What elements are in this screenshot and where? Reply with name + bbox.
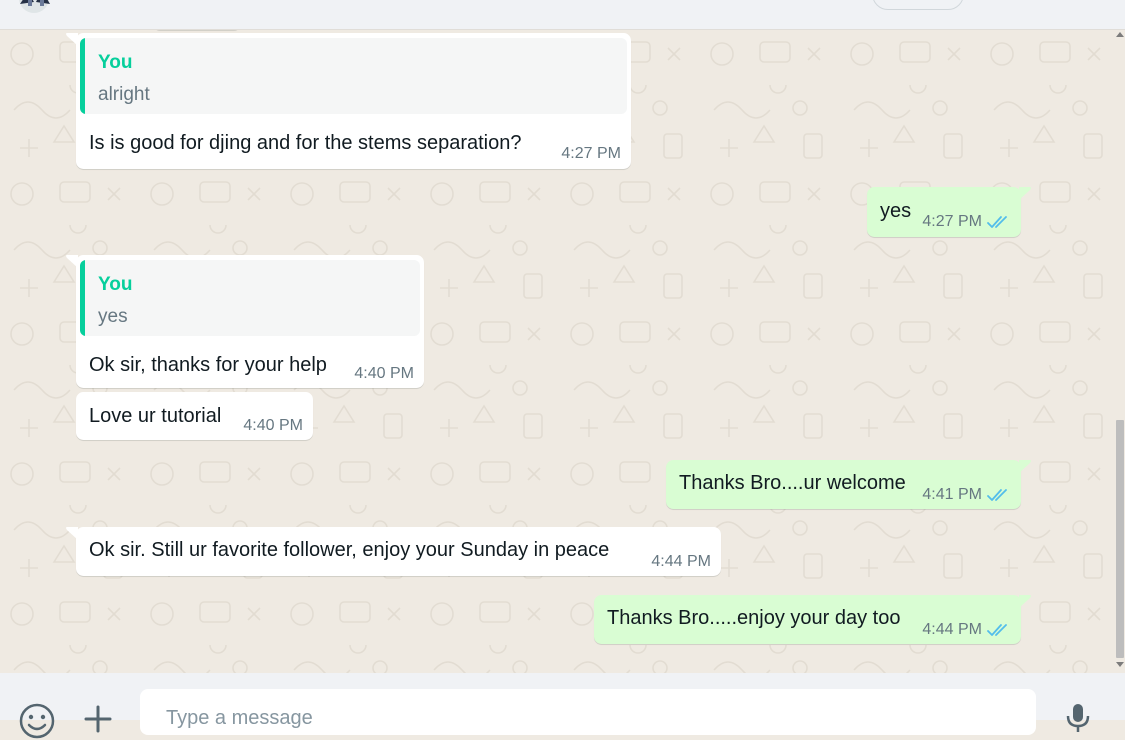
message-incoming[interactable]: You yes Ok sir, thanks for your help 4:4… [66,255,424,388]
message-text: Is is good for djing and for the stems s… [89,132,522,154]
bubble-tail [66,33,78,46]
message-incoming[interactable]: You alright Is is good for djing and for… [66,33,631,169]
message-time: 4:40 PM [243,417,303,434]
microphone-icon[interactable] [1062,701,1094,733]
message-text: yes [880,200,912,222]
plus-icon[interactable] [82,703,114,735]
scroll-up-arrow-icon[interactable] [1116,32,1124,37]
scrollbar[interactable] [1115,30,1125,673]
message-incoming[interactable]: Ok sir. Still ur favorite follower, enjo… [66,527,721,576]
scroll-down-arrow-icon[interactable] [1116,662,1124,667]
double-check-icon [987,488,1007,501]
quote-author: You [98,274,133,295]
message-meta: 4:41 PM [922,486,1011,504]
message-outgoing[interactable]: Thanks Bro....ur welcome 4:41 PM [666,460,1031,509]
quote-text: alright [98,84,150,105]
composer-bar [0,673,1125,739]
message-list[interactable]: You alright Is is good for djing and for… [0,30,1125,673]
message-input-wrapper[interactable] [140,689,1036,735]
message-time: 4:40 PM [354,365,414,382]
message-input[interactable] [166,707,1010,730]
quote-accent-bar [80,260,85,336]
bubble-tail [66,255,78,268]
message-time: 4:44 PM [922,621,982,638]
message-outgoing[interactable]: yes 4:27 PM [867,187,1031,237]
message-text: Thanks Bro....ur welcome [679,472,906,494]
message-text: Love ur tutorial [89,405,222,427]
scrollbar-thumb[interactable] [1116,420,1124,658]
double-check-icon [987,215,1007,228]
contact-avatar[interactable] [10,0,62,14]
message-meta: 4:27 PM [922,213,1011,231]
message-meta: 4:27 PM [561,145,621,163]
message-text: Ok sir. Still ur favorite follower, enjo… [89,539,610,561]
message-meta: 4:40 PM [243,417,303,435]
bubble-tail [66,527,78,540]
message-text: Thanks Bro.....enjoy your day too [607,607,901,629]
message-time: 4:44 PM [651,553,711,570]
message-outgoing[interactable]: Thanks Bro.....enjoy your day too 4:44 P… [594,595,1031,644]
bubble-tail [1019,187,1031,200]
quote-author: You [98,52,133,73]
bubble-tail [1019,595,1031,608]
message-time: 4:27 PM [561,145,621,162]
quoted-message[interactable]: You yes [80,260,420,336]
bubble-tail [1019,460,1031,473]
smiley-icon[interactable] [18,702,56,740]
chat-header [0,0,1125,30]
message-time: 4:27 PM [922,213,982,230]
double-check-icon [987,623,1007,636]
header-action-button[interactable] [872,0,964,10]
message-meta: 4:44 PM [651,553,711,571]
message-meta: 4:40 PM [354,365,414,383]
quote-accent-bar [80,38,85,114]
message-incoming[interactable]: Love ur tutorial 4:40 PM [76,392,313,440]
message-time: 4:41 PM [922,486,982,503]
quoted-message[interactable]: You alright [80,38,627,114]
quote-text: yes [98,306,128,327]
message-meta: 4:44 PM [922,621,1011,639]
message-text: Ok sir, thanks for your help [89,354,327,376]
